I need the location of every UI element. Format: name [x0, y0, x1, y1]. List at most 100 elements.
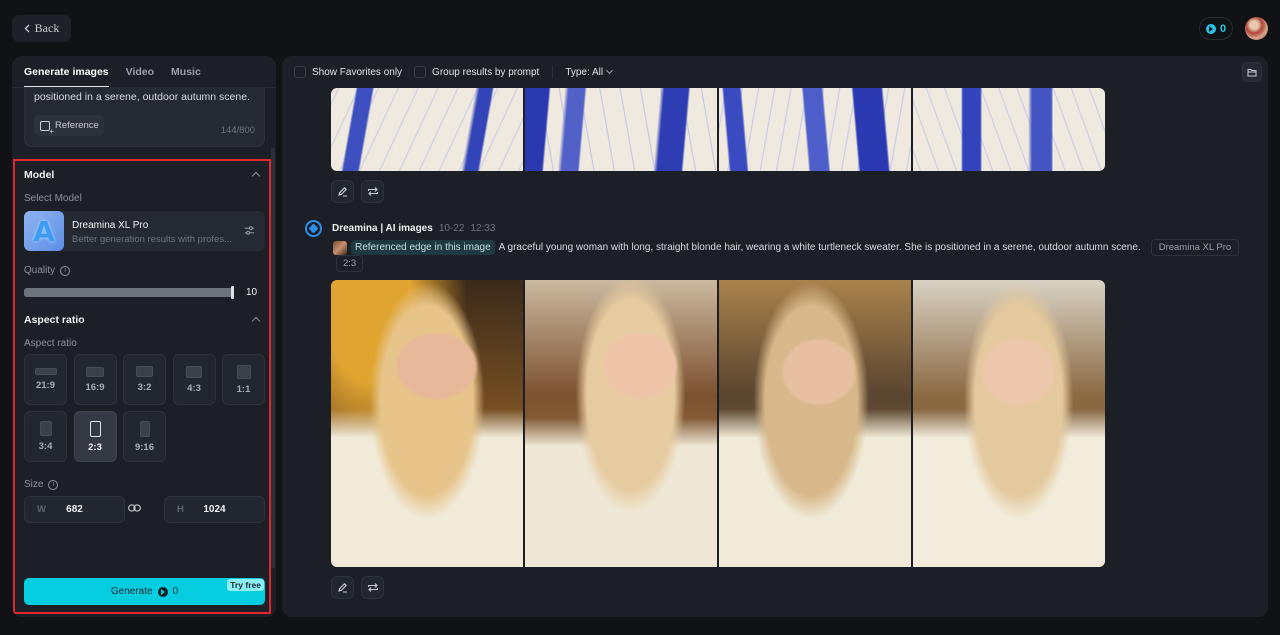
panel-scrollbar[interactable]	[271, 148, 275, 568]
folder-icon	[1247, 68, 1257, 76]
pencil-icon	[338, 187, 347, 197]
height-input[interactable]: H 1024	[164, 496, 265, 523]
reference-thumbnail[interactable]	[333, 240, 347, 255]
aspect-ratio-option[interactable]: 4:3	[172, 354, 216, 405]
chevron-up-icon[interactable]	[251, 316, 261, 326]
mode-tabs: Generate images Video Music	[12, 56, 276, 88]
result-entry-header: Dreamina | AI images 10-22 12:33	[305, 220, 495, 237]
entry-prompt: Referenced edge in this image A graceful…	[333, 239, 1240, 256]
aspect-ratio-option[interactable]: 3:2	[123, 354, 166, 405]
edit-button[interactable]	[331, 576, 354, 599]
model-selector[interactable]: A Dreamina XL Pro Better generation resu…	[24, 211, 265, 251]
quality-slider[interactable]	[24, 286, 234, 299]
tab-generate-images[interactable]: Generate images	[24, 56, 109, 88]
result-image[interactable]	[913, 88, 1105, 171]
aspect-ratio-option[interactable]: 3:4	[24, 411, 67, 462]
dreamina-bot-icon	[305, 220, 322, 237]
aspect-ratio-shape-icon	[34, 368, 57, 375]
prompt-text: positioned in a serene, outdoor autumn s…	[34, 91, 250, 103]
image-row-latest	[331, 280, 1105, 567]
aspect-ratio-shape-icon	[89, 420, 101, 437]
back-button[interactable]: Back	[12, 15, 71, 42]
type-filter-dropdown[interactable]: Type: All	[565, 66, 614, 78]
aspect-section-title: Aspect ratio	[24, 314, 85, 326]
reference-button[interactable]: Reference	[34, 115, 104, 136]
result-image[interactable]	[331, 280, 523, 567]
info-icon[interactable]: i	[60, 265, 71, 276]
bot-name: Dreamina | AI images	[332, 223, 433, 234]
image-row-previous	[331, 88, 1105, 171]
result-image[interactable]	[913, 280, 1105, 567]
reference-chip: Referenced edge in this image	[351, 240, 495, 255]
width-prefix: W	[37, 504, 46, 515]
generate-cost: 0	[172, 586, 179, 597]
reference-label: Reference	[55, 120, 99, 131]
quality-slider-handle[interactable]	[231, 286, 234, 299]
quality-label: Quality	[24, 265, 56, 276]
settings-section: Model Select Model A Dreamina XL Pro Bet…	[13, 159, 271, 614]
aspect-ratio-option[interactable]: 9:16	[123, 411, 166, 462]
height-prefix: H	[177, 504, 184, 515]
aspect-ratio-label: 1:1	[236, 383, 251, 395]
aspect-ratio-label: 3:2	[137, 382, 152, 393]
aspect-ratio-option[interactable]: 2:3	[73, 411, 117, 462]
model-logo-icon: A	[24, 211, 64, 251]
prompt-input[interactable]: positioned in a serene, outdoor autumn s…	[24, 87, 265, 147]
aspect-ratio-label: 9:16	[134, 441, 154, 453]
toolbar-divider	[552, 65, 554, 79]
result-image[interactable]	[525, 280, 717, 567]
chevron-up-icon[interactable]	[251, 171, 261, 181]
result-image[interactable]	[331, 88, 523, 171]
group-checkbox[interactable]	[414, 66, 427, 78]
aspect-ratio-label: 4:3	[187, 382, 201, 394]
aspect-ratio-label: Aspect ratio	[24, 338, 77, 349]
model-tag: Dreamina XL Pro	[1150, 239, 1240, 256]
quality-value: 10	[246, 287, 258, 298]
entry-date: 10-22	[438, 223, 465, 234]
favorites-label[interactable]: Show Favorites only	[312, 67, 402, 78]
aspect-ratio-label: 21:9	[35, 380, 55, 391]
edit-button[interactable]	[331, 180, 354, 203]
char-count: 144/800	[220, 125, 255, 136]
user-avatar[interactable]	[1245, 17, 1268, 40]
link-icon[interactable]	[128, 504, 141, 512]
back-label: Back	[34, 21, 60, 35]
credit-coin-icon	[1205, 23, 1216, 34]
tab-video[interactable]: Video	[126, 56, 154, 88]
ratio-tag: 2:3	[336, 255, 364, 272]
model-description: Better generation results with profes...	[72, 234, 232, 245]
result-image[interactable]	[525, 88, 717, 171]
quality-label-row: Quality i	[24, 265, 71, 276]
sliders-icon[interactable]	[244, 225, 255, 236]
aspect-ratio-option[interactable]: 16:9	[73, 354, 117, 405]
select-model-label: Select Model	[24, 193, 82, 204]
entry-prompt-text: A graceful young woman with long, straig…	[498, 242, 1141, 253]
results-panel: Show Favorites only Group results by pro…	[282, 56, 1268, 617]
result-image[interactable]	[719, 88, 911, 171]
aspect-ratio-shape-icon	[39, 421, 52, 436]
aspect-ratio-label: 3:4	[38, 441, 53, 452]
pencil-icon	[338, 583, 347, 593]
credits-count: 0	[1219, 22, 1227, 35]
regenerate-button[interactable]	[361, 576, 384, 599]
aspect-ratio-label: 2:3	[88, 441, 102, 453]
chevron-down-icon	[606, 66, 614, 75]
aspect-ratio-option[interactable]: 1:1	[222, 354, 265, 405]
regenerate-button[interactable]	[361, 180, 384, 203]
group-label[interactable]: Group results by prompt	[432, 67, 539, 78]
credit-coin-icon	[157, 586, 168, 597]
info-icon[interactable]: i	[48, 479, 59, 490]
folder-button[interactable]	[1242, 62, 1262, 82]
result-image[interactable]	[719, 280, 911, 567]
favorites-checkbox[interactable]	[294, 66, 306, 78]
aspect-ratio-options: 21:9 16:9 3:2 4:3 1:1 3:4 2:3 9:16	[24, 354, 266, 462]
width-input[interactable]: W 682	[24, 496, 125, 523]
size-label-row: Size i	[24, 479, 59, 490]
size-label: Size	[24, 479, 44, 490]
credits-badge[interactable]: 0	[1199, 17, 1233, 40]
tab-music[interactable]: Music	[171, 56, 201, 88]
aspect-ratio-shape-icon	[236, 364, 251, 379]
aspect-ratio-option[interactable]: 21:9	[24, 354, 67, 405]
generate-button[interactable]: Generate 0 Try free	[24, 578, 265, 605]
quality-slider-fill	[24, 288, 234, 297]
